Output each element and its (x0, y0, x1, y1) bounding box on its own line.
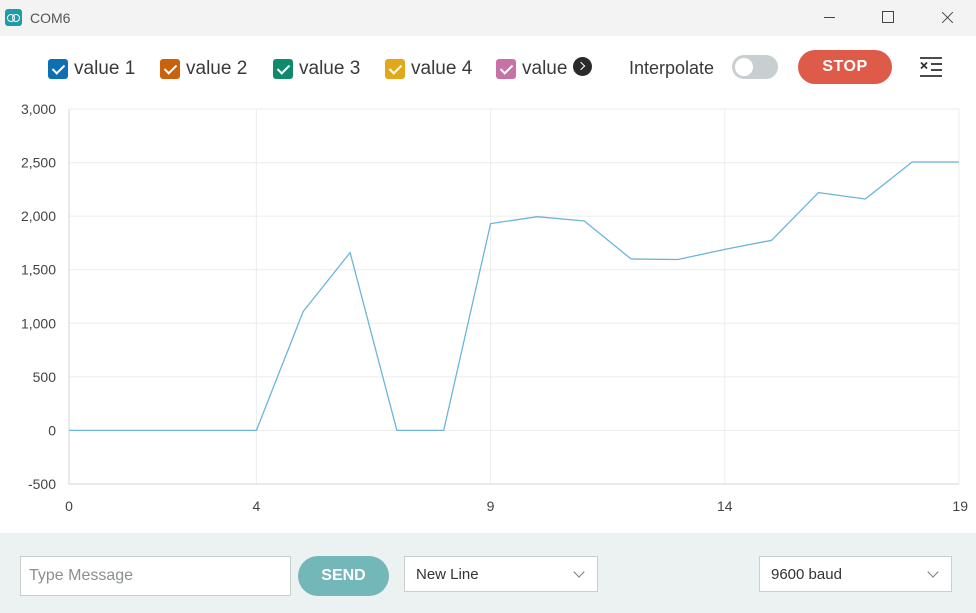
stop-button[interactable]: STOP (798, 50, 892, 84)
baud-rate-value: 9600 baud (771, 565, 842, 583)
checkbox-value-3[interactable] (273, 59, 293, 79)
y-tick-label: 3,000 (21, 101, 56, 117)
legend-label: value 1 (74, 58, 136, 79)
chevron-down-icon (927, 566, 939, 578)
y-tick-label: 0 (48, 422, 56, 438)
send-button[interactable]: SEND (298, 556, 389, 596)
legend-item-value-2[interactable]: value 2 (160, 58, 247, 80)
message-bar: SEND New Line 9600 baud (0, 533, 976, 613)
y-tick-label: 1,500 (21, 262, 56, 278)
legend-item-value-3[interactable]: value 3 (273, 58, 360, 80)
y-tick-label: 1,000 (21, 315, 56, 331)
baud-rate-select[interactable]: 9600 baud (759, 556, 952, 592)
maximize-icon[interactable] (858, 0, 916, 36)
chevron-down-icon (573, 566, 585, 578)
close-icon[interactable] (918, 0, 976, 36)
y-tick-label: 500 (33, 369, 57, 385)
serial-plot-chart: -500 0 500 1,000 1,500 2,000 2,500 3,000 0 4 9 14 19 (21, 101, 968, 514)
chevron-right-icon[interactable] (573, 57, 592, 76)
checkbox-value-1[interactable] (48, 59, 68, 79)
checkbox-value-5[interactable] (496, 59, 516, 79)
x-tick-label: 14 (717, 498, 733, 514)
x-tick-label: 9 (487, 498, 495, 514)
legend-label: value 2 (186, 58, 248, 79)
legend-item-value-4[interactable]: value 4 (385, 58, 472, 80)
series-line-1 (69, 161, 959, 432)
arduino-icon (5, 9, 22, 26)
minimize-icon[interactable] (800, 0, 858, 36)
y-tick-label: -500 (28, 476, 56, 492)
clear-list-icon[interactable] (918, 55, 944, 79)
checkbox-value-4[interactable] (385, 59, 405, 79)
x-tick-label: 19 (952, 498, 968, 514)
y-tick-label: 2,500 (21, 155, 56, 171)
legend-label: value 3 (299, 58, 361, 79)
interpolate-toggle[interactable] (732, 55, 778, 79)
window-title: COM6 (30, 10, 71, 26)
x-tick-label: 4 (252, 498, 260, 514)
legend-item-value-1[interactable]: value 1 (48, 58, 135, 80)
legend-item-value-5[interactable]: value 5 (496, 58, 574, 80)
x-tick-label: 0 (65, 498, 73, 514)
checkbox-value-2[interactable] (160, 59, 180, 79)
toggle-knob (735, 58, 753, 76)
line-ending-value: New Line (416, 565, 479, 583)
title-bar: COM6 (0, 0, 976, 36)
legend-label: value 5 (522, 58, 574, 79)
y-tick-label: 2,000 (21, 208, 56, 224)
interpolate-label: Interpolate (629, 58, 715, 78)
line-ending-select[interactable]: New Line (404, 556, 598, 592)
message-input[interactable] (20, 556, 291, 596)
legend-label: value 4 (411, 58, 473, 79)
